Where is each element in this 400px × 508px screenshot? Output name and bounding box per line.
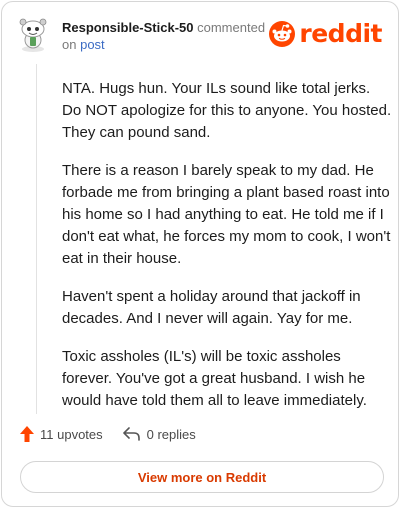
comment-meta: Responsible-Stick-50 commented on post [62, 19, 277, 53]
post-link[interactable]: post [80, 37, 105, 52]
author-name[interactable]: Responsible-Stick-50 [62, 20, 194, 35]
reddit-logo[interactable]: reddit [269, 20, 382, 48]
comment-actions: 11 upvotes 0 replies [20, 426, 196, 442]
reddit-wordmark: reddit [299, 19, 382, 48]
comment-paragraph: Haven't spent a holiday around that jack… [62, 288, 361, 327]
reply-count: 0 replies [146, 426, 196, 442]
comment-paragraph: There is a reason I barely speak to my d… [62, 162, 391, 267]
view-more-label: View more on Reddit [137, 469, 267, 485]
upvote-count: 11 upvotes [40, 426, 103, 442]
on-text: on [62, 37, 77, 52]
thread-line [36, 64, 37, 414]
view-more-button[interactable]: View more on Reddit [20, 461, 384, 493]
upvote-arrow-icon [20, 426, 34, 442]
upvote-button[interactable]: 11 upvotes [20, 426, 103, 442]
comment-body: NTA. Hugs hun. Your ILs sound like total… [62, 78, 392, 428]
comment-paragraph: Toxic assholes (IL's) will be toxic assh… [62, 348, 367, 409]
reply-button[interactable]: 0 replies [122, 426, 196, 442]
action-text: commented [197, 20, 266, 35]
avatar[interactable] [18, 16, 48, 52]
comment-paragraph: NTA. Hugs hun. Your ILs sound like total… [62, 80, 392, 141]
reddit-snoo-icon [269, 21, 296, 47]
comment-card: Responsible-Stick-50 commented on post r… [1, 1, 399, 507]
reply-icon [122, 427, 140, 441]
